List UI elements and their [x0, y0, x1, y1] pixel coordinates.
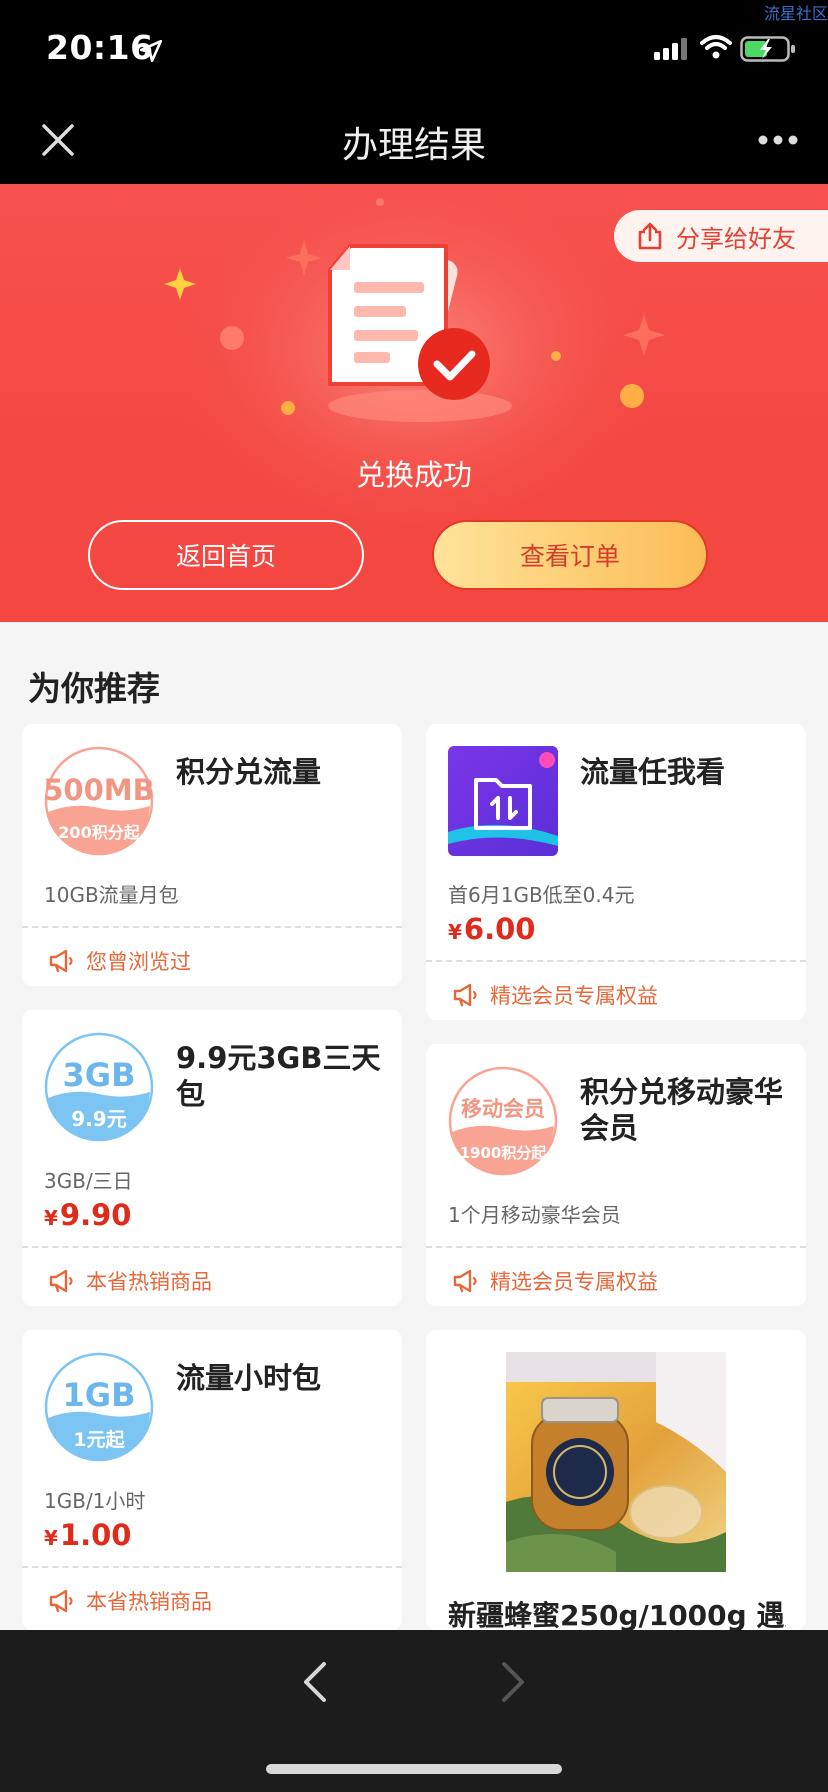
product-desc: 首6月1GB低至0.4元 — [448, 883, 635, 907]
location-arrow-icon — [139, 39, 163, 63]
product-card-points-data[interactable]: 500MB 200积分起 积分兑流量 10GB流量月包 您曾浏览过 — [22, 724, 402, 986]
badge-main-text: 3GB — [63, 1056, 136, 1094]
badge-main-text: 500MB — [44, 773, 154, 807]
product-desc: 1个月移动豪华会员 — [448, 1203, 621, 1227]
product-tag: 精选会员专属权益 — [452, 980, 658, 1010]
card-divider — [22, 1246, 402, 1248]
product-tag: 精选会员专属权益 — [452, 1266, 658, 1296]
product-price: ¥1.00 — [44, 1518, 131, 1552]
megaphone-icon — [49, 1589, 73, 1613]
card-divider — [22, 926, 402, 928]
card-divider — [22, 1566, 402, 1568]
folder-transfer-icon — [448, 746, 558, 856]
card-divider — [426, 1246, 806, 1248]
badge-sub-text: 200积分起 — [58, 823, 140, 842]
currency-symbol: ¥ — [44, 1526, 58, 1550]
product-desc: 3GB/三日 — [44, 1169, 133, 1193]
product-tag-label: 您曾浏览过 — [86, 950, 191, 974]
megaphone-icon — [49, 949, 73, 973]
data-3gb-badge-icon: 3GB 9.9元 — [44, 1032, 154, 1142]
signal-icon — [654, 38, 687, 60]
product-card-mobile-vip[interactable]: 移动会员 1900积分起 积分兑移动豪华会员 1个月移动豪华会员 精选会员专属权… — [426, 1044, 806, 1306]
watermark: 流星社区 — [763, 4, 828, 23]
data-1gb-badge-icon: 1GB 1元起 — [44, 1352, 154, 1462]
product-card-3gb[interactable]: 3GB 9.9元 9.9元3GB三天包 3GB/三日 ¥9.90 本省热销商品 — [22, 1010, 402, 1306]
price-value: 6.00 — [463, 912, 536, 946]
product-tag: 本省热销商品 — [48, 1586, 212, 1616]
currency-symbol: ¥ — [448, 920, 462, 944]
card-divider — [426, 960, 806, 962]
view-order-button[interactable]: 查看订单 — [432, 520, 708, 590]
browser-toolbar — [0, 1630, 828, 1792]
badge-main-text: 1GB — [63, 1376, 136, 1414]
product-name: 9.9元3GB三天包 — [176, 1041, 381, 1111]
recommend-title: 为你推荐 — [28, 669, 160, 708]
page-title: 办理结果 — [341, 125, 486, 166]
share-label: 分享给好友 — [676, 224, 796, 253]
battery-charging-icon — [740, 36, 795, 62]
badge-main-text: 移动会员 — [461, 1097, 545, 1121]
result-status-text: 兑换成功 — [355, 458, 472, 492]
chevron-left-icon[interactable] — [300, 1660, 328, 1704]
product-tag: 您曾浏览过 — [48, 946, 191, 976]
product-name: 积分兑移动豪华会员 — [580, 1075, 784, 1145]
product-card-video-data[interactable]: 流量任我看 首6月1GB低至0.4元 ¥6.00 精选会员专属权益 — [426, 724, 806, 1020]
badge-sub-text: 1元起 — [73, 1429, 125, 1451]
result-hero: 分享给好友 兑换成功 返回首页 查看订单 — [0, 184, 828, 622]
price-value: 1.00 — [59, 1518, 132, 1552]
product-desc: 1GB/1小时 — [44, 1489, 146, 1513]
price-value: 9.90 — [59, 1198, 132, 1232]
share-button[interactable]: 分享给好友 — [614, 210, 828, 262]
megaphone-icon — [453, 983, 477, 1007]
product-card-hourly-data[interactable]: 1GB 1元起 流量小时包 1GB/1小时 ¥1.00 本省热销商品 — [22, 1330, 402, 1630]
product-price: ¥9.90 — [44, 1198, 131, 1232]
wifi-icon — [700, 35, 732, 59]
product-price: ¥6.00 — [448, 912, 535, 946]
badge-sub-text: 1900积分起 — [460, 1144, 548, 1162]
product-tag-label: 本省热销商品 — [86, 1270, 212, 1294]
product-name: 新疆蜂蜜250g/1000g 遇见 — [448, 1599, 786, 1630]
doc-success-icon — [328, 244, 512, 422]
product-desc: 10GB流量月包 — [44, 883, 179, 907]
product-card-honey[interactable]: 新疆蜂蜜250g/1000g 遇见 — [426, 1330, 806, 1630]
product-tag-label: 本省热销商品 — [86, 1590, 212, 1614]
data-500mb-badge-icon: 500MB 200积分起 — [44, 746, 154, 856]
megaphone-icon — [453, 1269, 477, 1293]
product-name: 积分兑流量 — [176, 755, 322, 789]
mobile-vip-badge-icon: 移动会员 1900积分起 — [448, 1066, 558, 1176]
more-icon[interactable] — [758, 134, 798, 146]
product-tag-label: 精选会员专属权益 — [490, 984, 658, 1008]
home-indicator[interactable] — [266, 1764, 562, 1774]
product-tag-label: 精选会员专属权益 — [490, 1270, 658, 1294]
product-name: 流量任我看 — [580, 755, 726, 789]
nav-bar: 办理结果 — [0, 96, 828, 184]
status-bar: 20:16 流星社区 — [0, 0, 828, 96]
chevron-right-icon[interactable] — [500, 1660, 528, 1704]
honey-jar-image — [506, 1352, 726, 1572]
badge-sub-text: 9.9元 — [71, 1107, 126, 1131]
currency-symbol: ¥ — [44, 1206, 58, 1230]
product-tag: 本省热销商品 — [48, 1266, 212, 1296]
return-home-button[interactable]: 返回首页 — [88, 520, 364, 590]
product-name: 流量小时包 — [176, 1361, 322, 1395]
share-icon — [638, 222, 662, 250]
megaphone-icon — [49, 1269, 73, 1293]
